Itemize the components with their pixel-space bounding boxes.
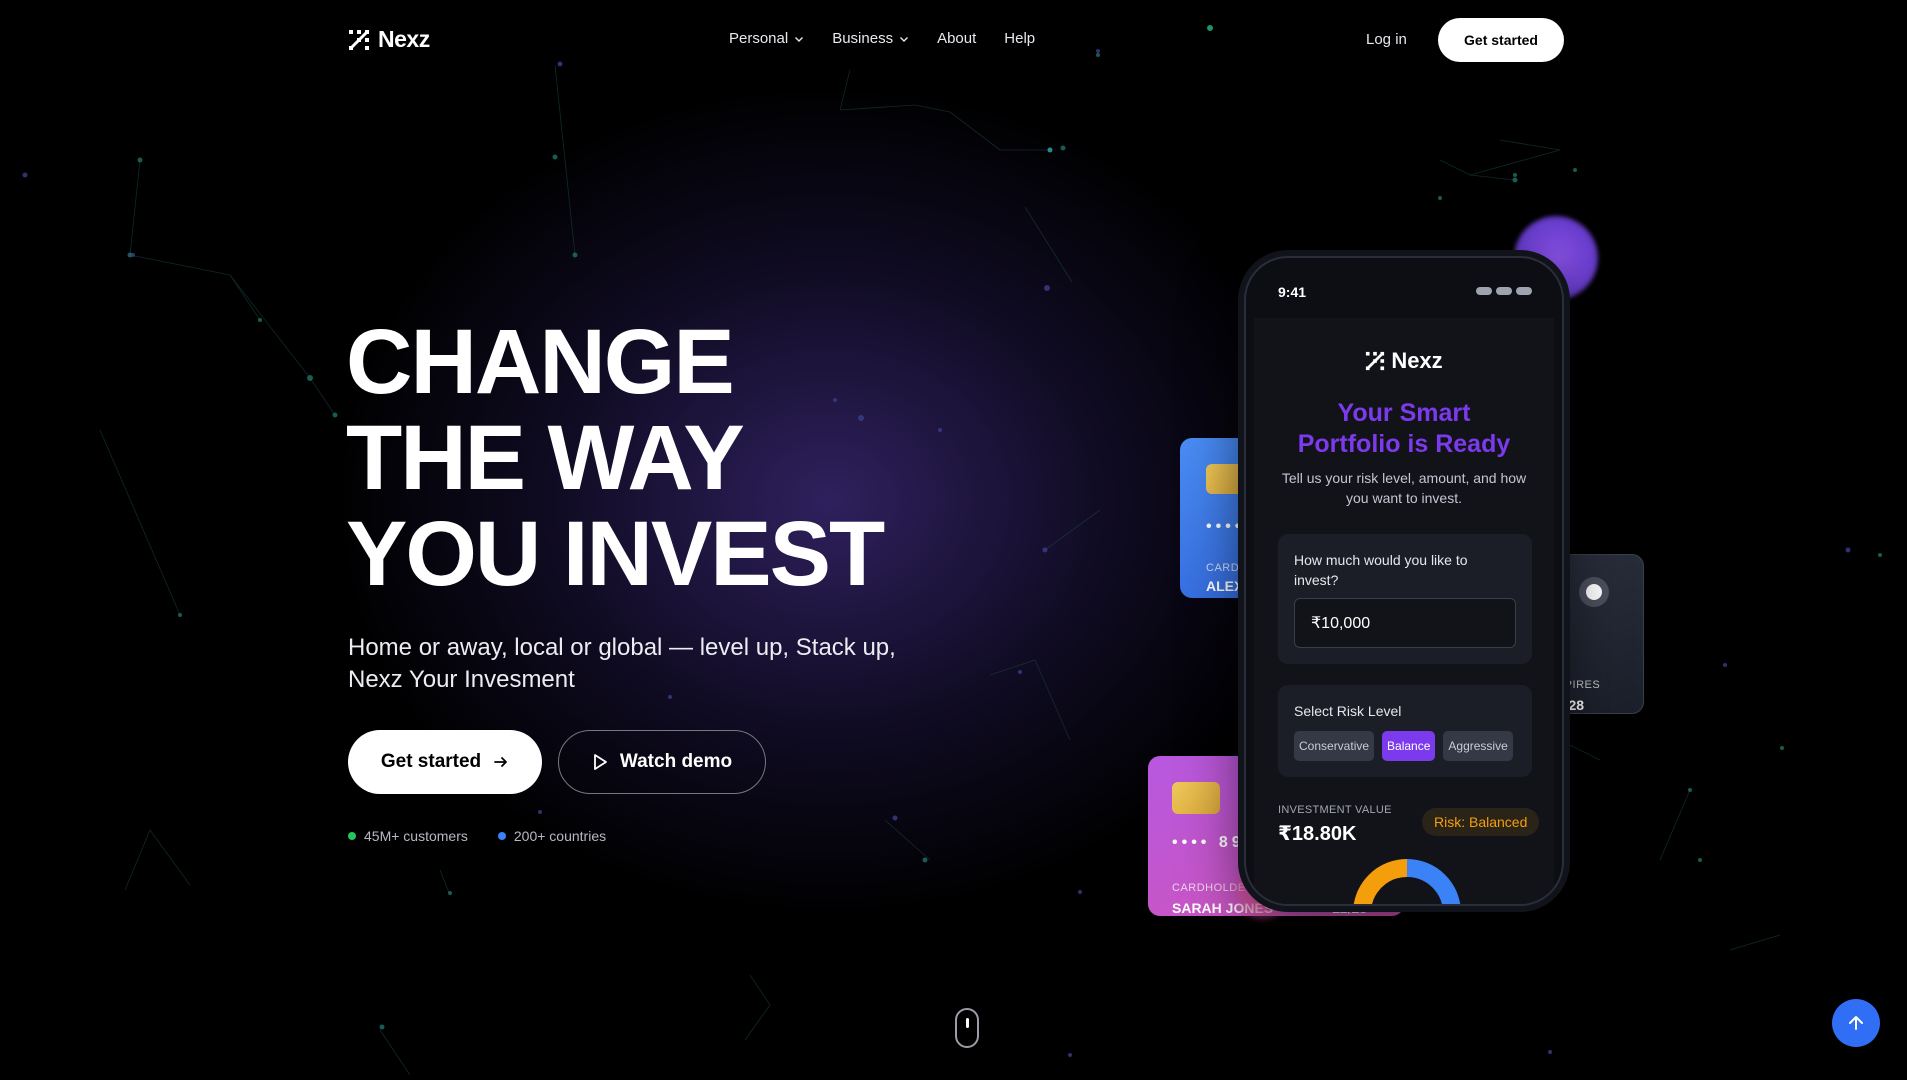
risk-option-conservative[interactable]: Conservative xyxy=(1294,731,1375,761)
hero-stats: 45M+ customers 200+ countries xyxy=(348,828,606,844)
brand-logo[interactable]: Nexz xyxy=(348,26,430,53)
stat-countries: 200+ countries xyxy=(497,828,607,844)
watch-demo-label: Watch demo xyxy=(619,751,733,772)
card-number: •••• 89 xyxy=(1172,834,1245,851)
chevron-down-icon xyxy=(795,36,804,42)
amount-input[interactable]: ₹10,000 xyxy=(1294,598,1516,648)
arrow-right-icon xyxy=(494,757,508,767)
hero-subtitle: Home or away, local or global — level up… xyxy=(348,634,896,693)
hero-title: CHANGE THE WAY YOU INVEST xyxy=(346,311,885,605)
phone-screen: Nexz Your Smart Portfolio is Ready Tell … xyxy=(1254,318,1554,904)
play-icon xyxy=(593,754,607,770)
amount-question: How much would you like to invest? xyxy=(1294,552,1468,588)
scroll-mouse-icon xyxy=(955,1008,979,1048)
risk-options: Conservative Balance Aggressive xyxy=(1294,731,1513,761)
scroll-to-top-button[interactable] xyxy=(1832,999,1880,1047)
phone-title: Your Smart Portfolio is Ready xyxy=(1297,399,1511,458)
get-started-label: Get started xyxy=(380,751,482,772)
card-toggle-icon xyxy=(1579,577,1609,607)
top-navigation: Nexz Personal Business About Help Log in… xyxy=(0,0,1907,80)
risk-option-balance[interactable]: Balance xyxy=(1382,731,1436,761)
risk-badge: Risk: Balanced xyxy=(1422,808,1540,836)
risk-option-aggressive[interactable]: Aggressive xyxy=(1443,731,1513,761)
blue-dot-icon xyxy=(497,832,506,840)
stat-label: 45M+ customers xyxy=(364,828,468,844)
nav-link-about[interactable]: About xyxy=(937,30,976,47)
watch-demo-button[interactable]: Watch demo xyxy=(558,730,766,794)
investment-value: ₹18.80K xyxy=(1278,823,1357,845)
nav-link-label: Business xyxy=(832,30,894,47)
risk-label: Select Risk Level xyxy=(1294,703,1402,719)
brand-name: Nexz xyxy=(378,26,430,52)
nav-links: Personal Business About Help xyxy=(729,30,1063,47)
get-started-button[interactable]: Get started xyxy=(348,730,542,794)
arrow-up-icon xyxy=(1849,1016,1863,1030)
nav-link-personal[interactable]: Personal xyxy=(729,30,804,47)
amount-panel: How much would you like to invest? ₹10,0… xyxy=(1278,534,1532,664)
stat-label: 200+ countries xyxy=(513,828,607,844)
nav-link-label: Help xyxy=(1004,30,1036,47)
hero-title-line: YOU INVEST xyxy=(346,503,885,605)
nav-link-business[interactable]: Business xyxy=(832,30,909,47)
green-dot-icon xyxy=(348,832,356,840)
card-number: •••• xyxy=(1206,518,1245,535)
phone-logo: Nexz xyxy=(1254,348,1554,374)
hero-title-line: THE WAY xyxy=(346,407,745,509)
background-network xyxy=(0,0,1907,1080)
risk-panel: Select Risk Level Conservative Balance A… xyxy=(1278,685,1532,777)
nexz-logo-icon xyxy=(1366,351,1385,371)
chevron-down-icon xyxy=(900,36,909,42)
card-holder-label: CARDH xyxy=(1206,562,1248,574)
phone-logo-text: Nexz xyxy=(1391,348,1443,373)
nav-link-help[interactable]: Help xyxy=(1004,30,1035,47)
nav-link-label: Personal xyxy=(729,30,789,47)
phone-status-time: 9:41 xyxy=(1278,284,1307,300)
nexz-logo-icon xyxy=(349,29,369,50)
card-chip-icon xyxy=(1172,782,1220,814)
investment-value-label: INVESTMENT VALUE xyxy=(1278,804,1392,816)
stat-customers: 45M+ customers xyxy=(348,828,468,844)
nav-link-label: About xyxy=(937,30,977,47)
nav-get-started-button[interactable]: Get started xyxy=(1438,18,1564,62)
login-link[interactable]: Log in xyxy=(1366,31,1407,48)
phone-mockup: 9:41 Nexz Your Smart Portfolio is Ready … xyxy=(1244,256,1564,906)
phone-description: Tell us your risk level, amount, and how… xyxy=(1281,470,1527,506)
portfolio-donut-icon xyxy=(1353,859,1461,904)
hero-title-line: CHANGE xyxy=(346,311,735,413)
phone-status-icons xyxy=(1476,287,1532,295)
